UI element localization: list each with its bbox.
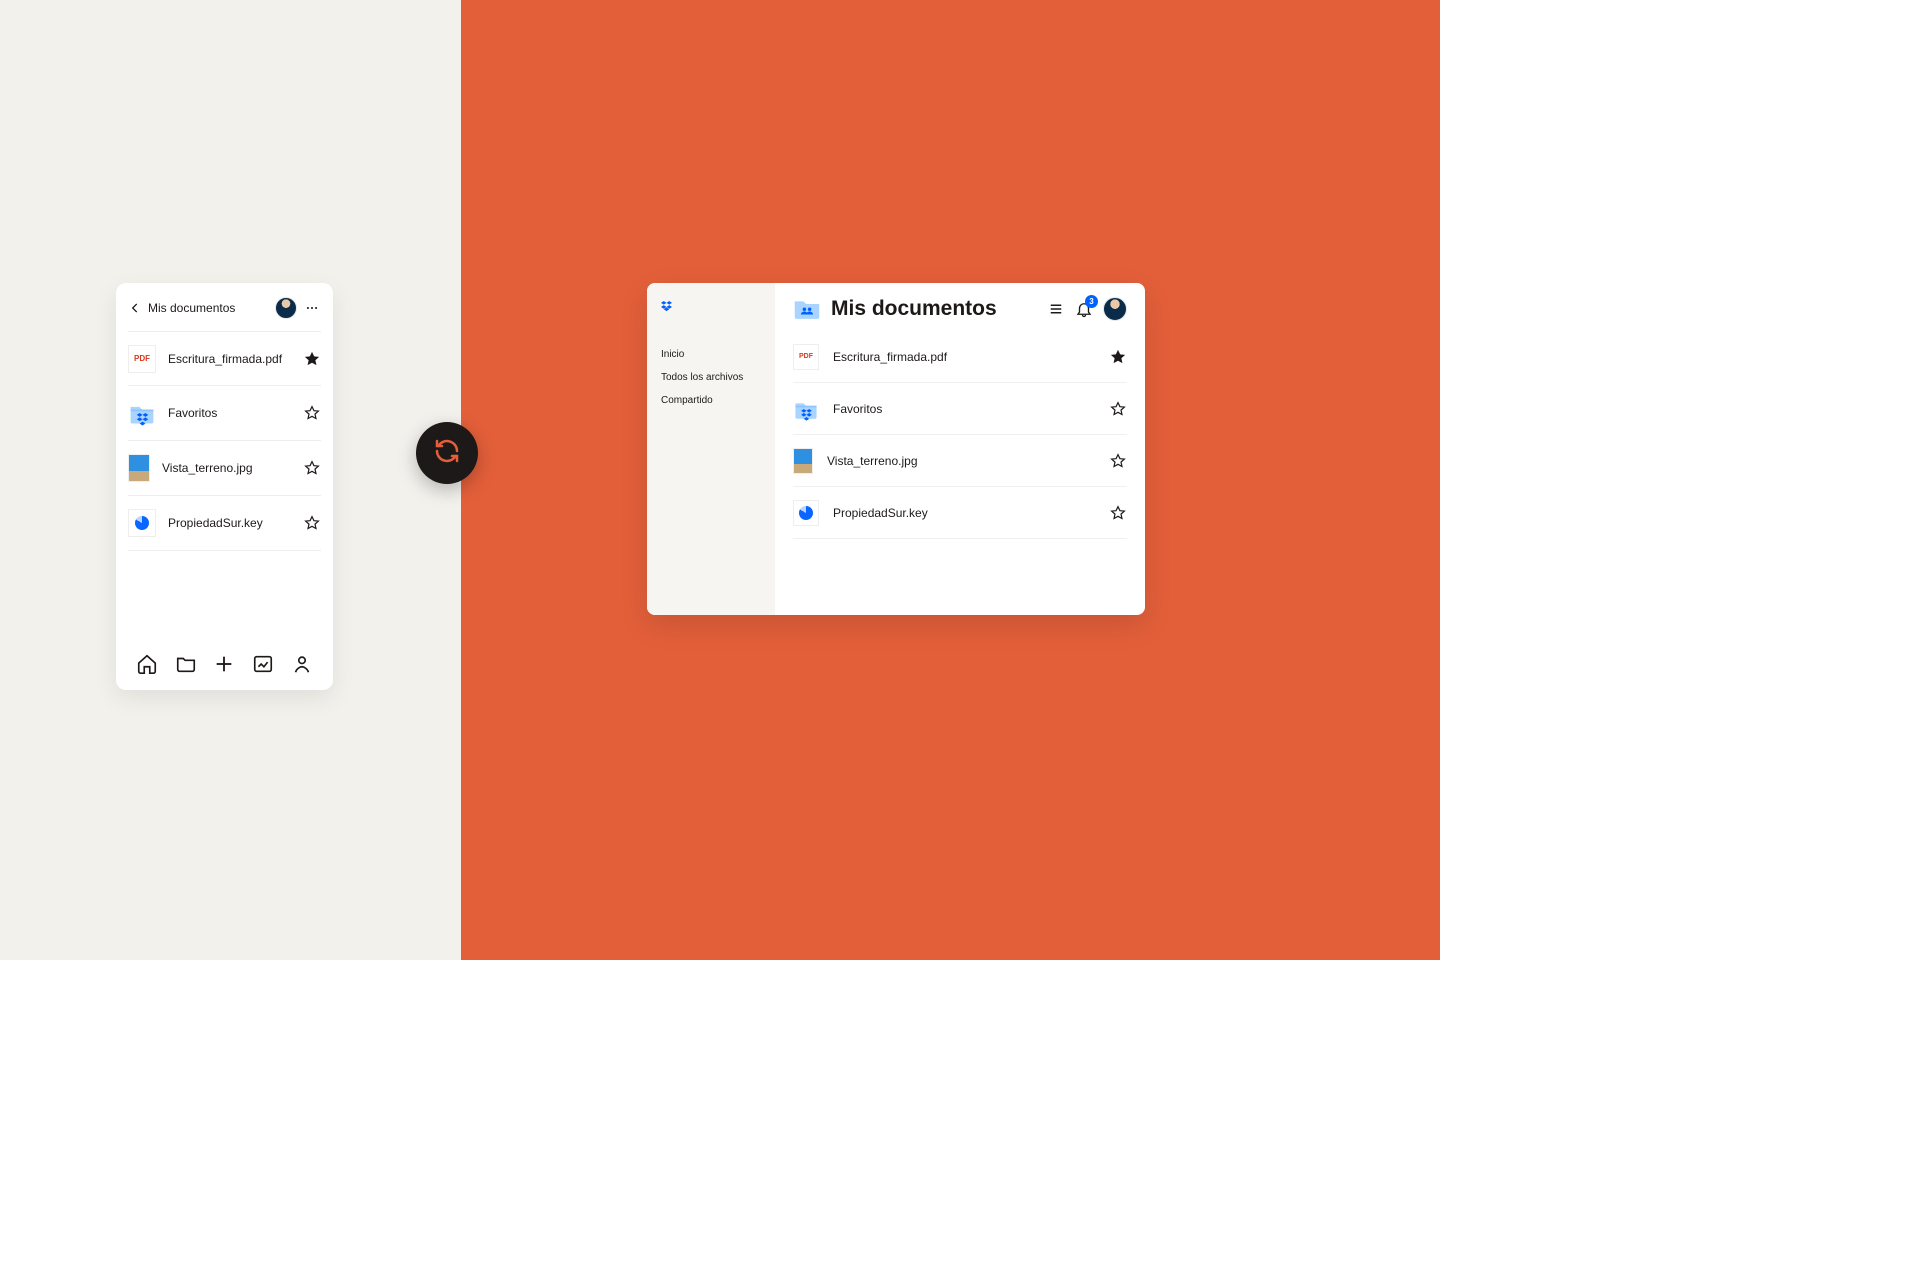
file-name: Favoritos — [833, 402, 1095, 416]
page-title: Mis documentos — [831, 297, 1037, 321]
star-outline-icon[interactable] — [303, 459, 321, 477]
image-thumbnail-icon — [793, 448, 813, 474]
account-person-icon[interactable] — [291, 653, 313, 675]
shared-folder-icon — [793, 297, 821, 321]
star-outline-icon[interactable] — [303, 514, 321, 532]
sidebar-item-shared[interactable]: Compartido — [661, 395, 761, 406]
desktop-file-list: PDF Escritura_firmada.pdf Favoritos Vist… — [793, 331, 1127, 539]
pdf-icon: PDF — [793, 344, 819, 370]
files-folder-icon[interactable] — [175, 653, 197, 675]
star-outline-icon[interactable] — [303, 404, 321, 422]
mobile-title: Mis documentos — [148, 301, 269, 315]
sidebar: Inicio Todos los archivos Compartido — [647, 283, 775, 615]
add-plus-icon[interactable] — [213, 653, 235, 675]
file-row[interactable]: Vista_terreno.jpg — [128, 441, 321, 496]
file-name: Escritura_firmada.pdf — [833, 350, 1095, 364]
pdf-icon: PDF — [128, 345, 156, 373]
dropbox-logo-icon[interactable] — [661, 301, 683, 323]
main-header: Mis documentos 3 — [793, 297, 1127, 321]
file-row[interactable]: Vista_terreno.jpg — [793, 435, 1127, 487]
keynote-icon — [793, 500, 819, 526]
mobile-header: Mis documentos — [116, 283, 333, 331]
notification-count-badge: 3 — [1085, 295, 1098, 308]
file-name: Vista_terreno.jpg — [162, 461, 291, 475]
desktop-app-card: Inicio Todos los archivos Compartido Mis… — [647, 283, 1145, 615]
file-row[interactable]: PropiedadSur.key — [793, 487, 1127, 539]
mobile-app-card: Mis documentos PDF Escritura_firmada.pdf… — [116, 283, 333, 690]
back-chevron-icon[interactable] — [128, 301, 142, 315]
star-icon[interactable] — [1109, 348, 1127, 366]
file-row[interactable]: PropiedadSur.key — [128, 496, 321, 551]
file-name: Favoritos — [168, 406, 291, 420]
star-outline-icon[interactable] — [1109, 452, 1127, 470]
avatar[interactable] — [1103, 297, 1127, 321]
more-menu-icon[interactable] — [303, 301, 321, 315]
list-view-icon[interactable] — [1047, 300, 1065, 318]
file-name: Escritura_firmada.pdf — [168, 352, 291, 366]
bell-notification-icon[interactable]: 3 — [1075, 300, 1093, 318]
star-outline-icon[interactable] — [1109, 400, 1127, 418]
sidebar-item-all-files[interactable]: Todos los archivos — [661, 372, 761, 383]
image-thumbnail-icon — [128, 454, 150, 482]
keynote-icon — [128, 509, 156, 537]
star-icon[interactable] — [303, 350, 321, 368]
file-name: Vista_terreno.jpg — [827, 454, 1095, 468]
file-row[interactable]: Favoritos — [793, 383, 1127, 435]
sync-arrows-icon — [432, 436, 462, 471]
file-name: PropiedadSur.key — [168, 516, 291, 530]
main-content: Mis documentos 3 PDF Escritura_firmada.p… — [775, 283, 1145, 615]
dropbox-folder-icon — [793, 396, 819, 422]
home-icon[interactable] — [136, 653, 158, 675]
star-outline-icon[interactable] — [1109, 504, 1127, 522]
photos-icon[interactable] — [252, 653, 274, 675]
mobile-tabbar — [116, 644, 333, 690]
sidebar-nav: Inicio Todos los archivos Compartido — [661, 349, 761, 406]
file-row[interactable]: PDF Escritura_firmada.pdf — [128, 331, 321, 386]
file-name: PropiedadSur.key — [833, 506, 1095, 520]
file-row[interactable]: Favoritos — [128, 386, 321, 441]
file-row[interactable]: PDF Escritura_firmada.pdf — [793, 331, 1127, 383]
avatar[interactable] — [275, 297, 297, 319]
mobile-file-list: PDF Escritura_firmada.pdf Favoritos Vist… — [116, 331, 333, 644]
sync-badge — [416, 422, 478, 484]
dropbox-folder-icon — [128, 399, 156, 427]
sidebar-item-home[interactable]: Inicio — [661, 349, 761, 360]
